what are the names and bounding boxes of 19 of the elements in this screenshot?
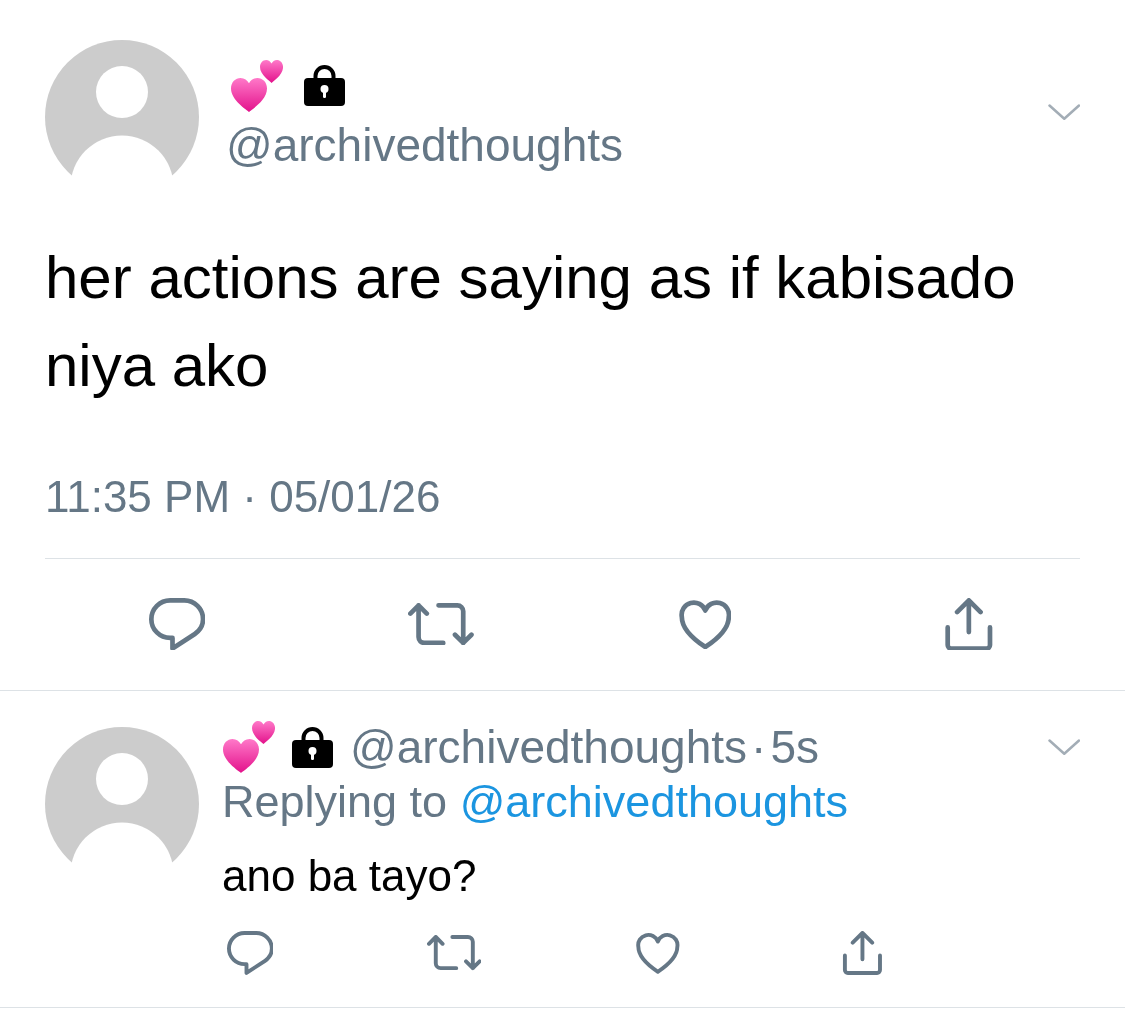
tweet-text: her actions are saying as if kabisado niya ako	[45, 243, 1017, 401]
user-handle: @archivedthoughts	[350, 721, 748, 773]
two-hearts-icon	[231, 60, 283, 112]
replying-to-text: Replying to @archivedthoughts	[222, 776, 850, 828]
speech-bubble-icon[interactable]	[148, 597, 206, 651]
mention-link[interactable]: @archivedthoughts	[459, 776, 849, 827]
post-time: 5s	[770, 721, 819, 773]
heart-icon[interactable]	[678, 598, 732, 650]
timestamp: 11:35 PM · 05/01/26	[45, 471, 442, 523]
heart-icon[interactable]	[636, 931, 680, 975]
two-hearts-icon	[223, 721, 275, 773]
share-icon[interactable]	[840, 931, 884, 975]
repeat-arrows-icon[interactable]	[408, 602, 474, 646]
speech-bubble-icon[interactable]	[226, 931, 274, 975]
user-handle: @archivedthoughts	[226, 119, 625, 171]
separator: ·	[751, 721, 767, 773]
share-icon[interactable]	[943, 597, 995, 651]
reply-text: ano ba tayo?	[222, 850, 478, 902]
repeat-arrows-icon[interactable]	[426, 935, 482, 971]
